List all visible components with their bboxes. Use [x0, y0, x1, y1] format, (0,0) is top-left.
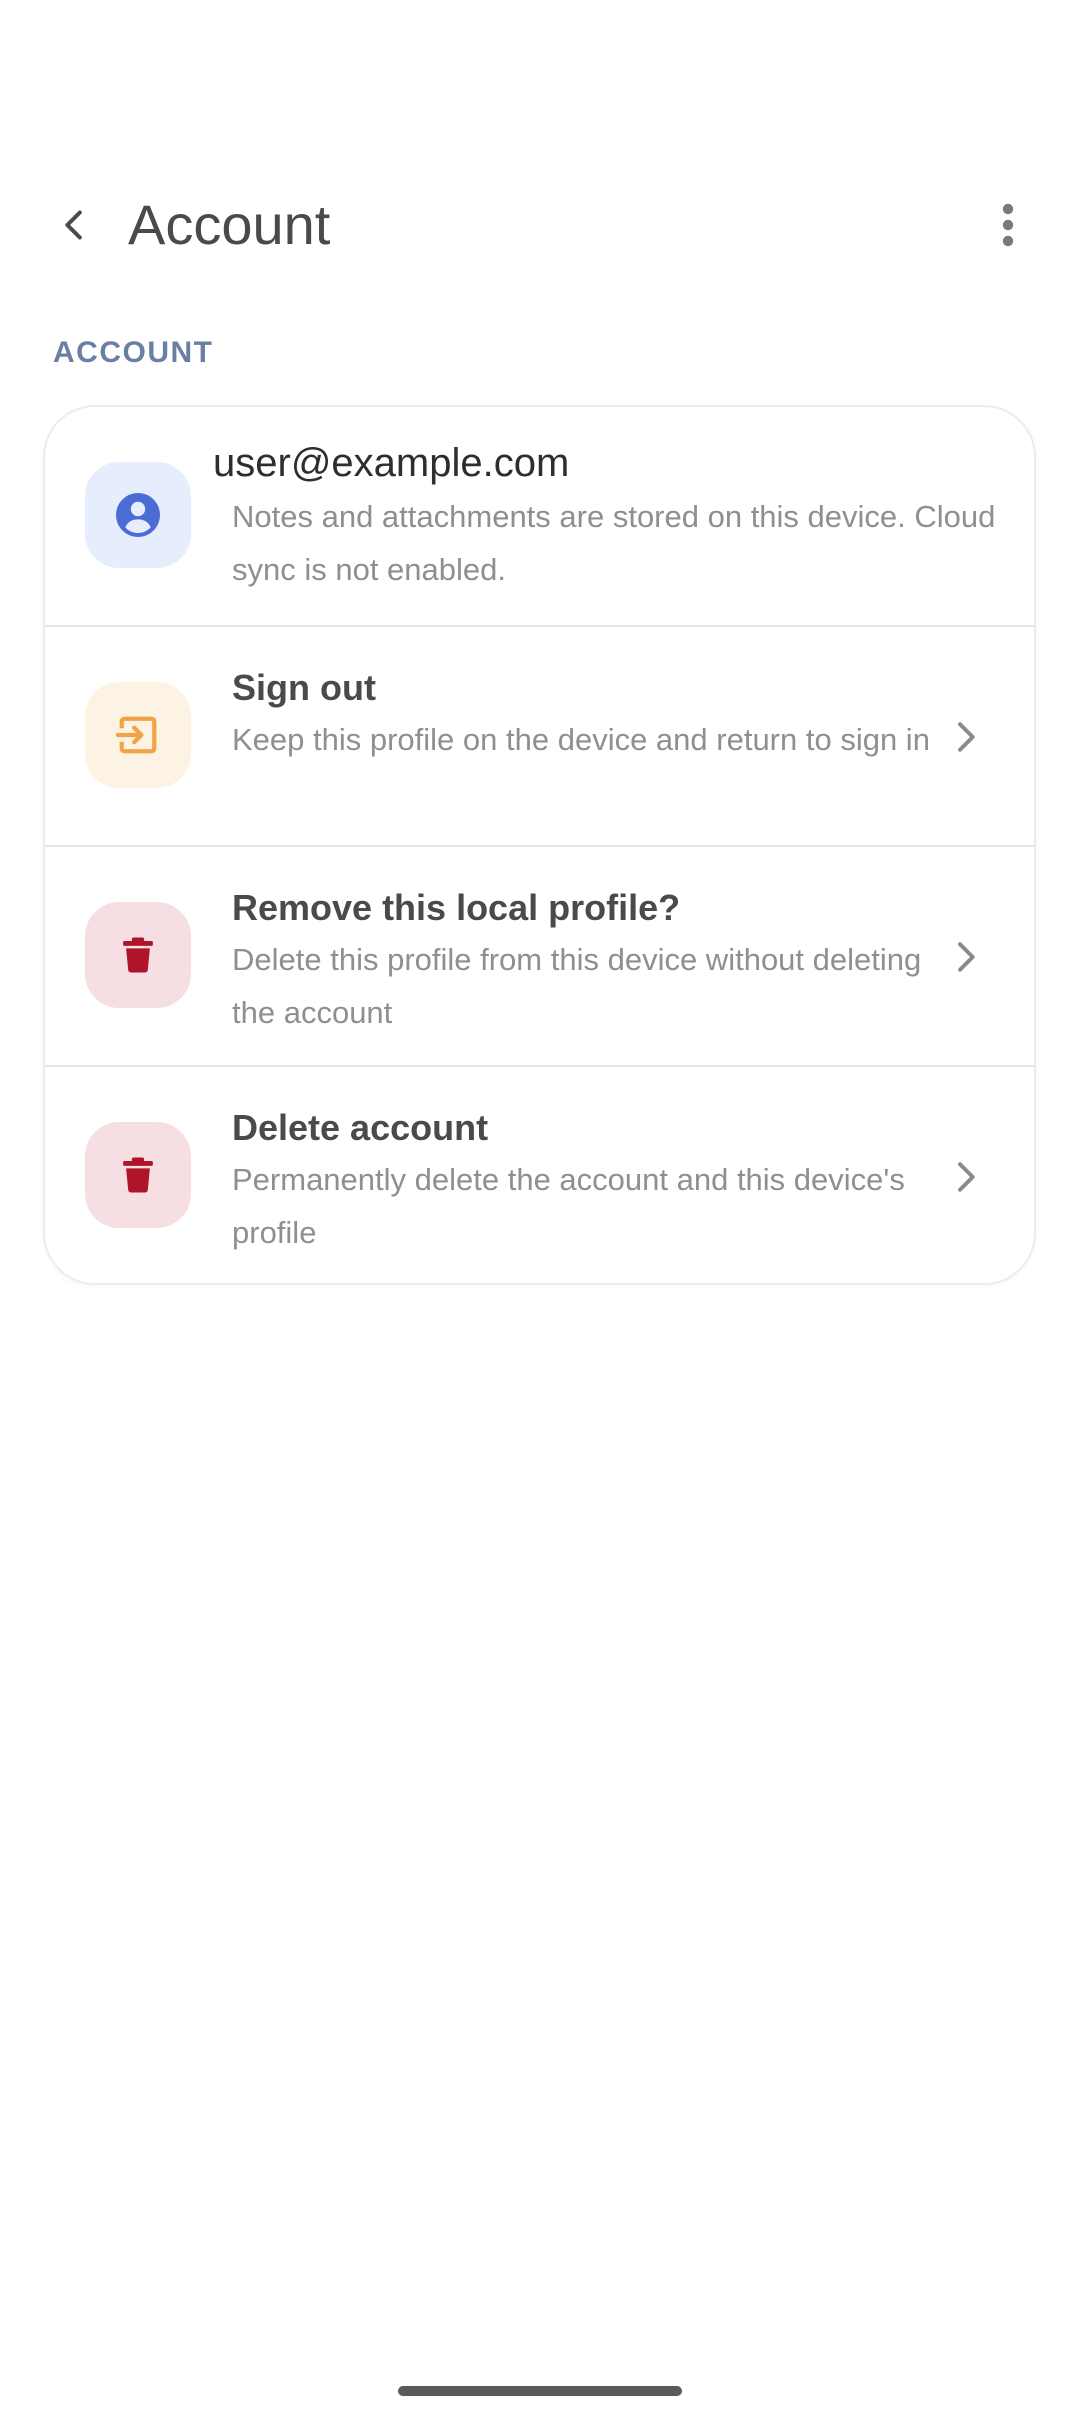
trash-icon	[123, 1157, 153, 1193]
remove-profile-icon-tile	[85, 902, 191, 1008]
account-info-row: user@example.com Notes and attachments a…	[45, 407, 1034, 627]
delete-account-subtitle: Permanently delete the account and this …	[232, 1162, 905, 1250]
delete-account-row[interactable]: Delete account Permanently delete the ac…	[45, 1067, 1034, 1283]
delete-account-title: Delete account	[232, 1107, 489, 1148]
more-options-button[interactable]	[974, 191, 1042, 259]
sign-out-icon-tile	[85, 682, 191, 788]
gesture-nav-handle[interactable]	[398, 2386, 682, 2396]
remove-local-profile-subtitle: Delete this profile from this device wit…	[232, 942, 922, 1030]
page-title: Account	[128, 193, 331, 256]
account-icon-tile	[85, 462, 191, 568]
back-button[interactable]	[40, 191, 108, 259]
chevron-right-icon	[948, 719, 984, 755]
account-email: user@example.com	[213, 441, 570, 485]
top-app-bar: Account	[0, 160, 1080, 290]
account-circle-icon	[116, 493, 160, 537]
chevron-right-icon	[948, 1159, 984, 1195]
section-header: ACCOUNT	[53, 336, 214, 369]
delete-account-icon-tile	[85, 1122, 191, 1228]
remove-local-profile-title: Remove this local profile?	[232, 887, 681, 928]
sign-out-row[interactable]: Sign out Keep this profile on the device…	[45, 627, 1034, 847]
sign-out-subtitle: Keep this profile on the device and retu…	[232, 722, 930, 757]
arrow-back-icon	[65, 210, 82, 240]
more-vert-icon	[1002, 203, 1014, 247]
chevron-right-icon	[948, 939, 984, 975]
account-storage-description: Notes and attachments are stored on this…	[232, 499, 996, 587]
account-card: user@example.com Notes and attachments a…	[43, 405, 1036, 1285]
sign-out-title: Sign out	[232, 667, 376, 708]
trash-icon	[123, 937, 153, 973]
remove-local-profile-row[interactable]: Remove this local profile? Delete this p…	[45, 847, 1034, 1067]
sign-out-icon	[115, 716, 157, 754]
